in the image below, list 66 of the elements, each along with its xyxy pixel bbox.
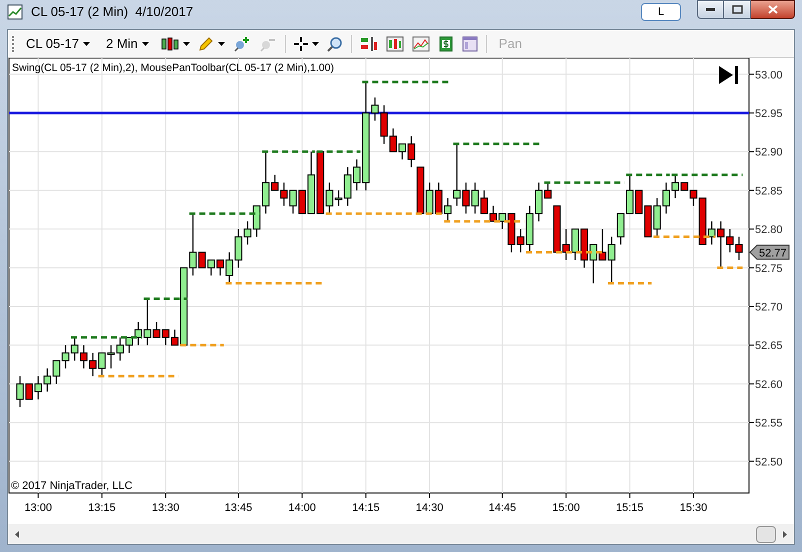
chart-app-icon [7, 4, 23, 20]
x-axis-label: 15:30 [680, 502, 708, 514]
copyright-text: © 2017 NinjaTrader, LLC [11, 480, 132, 492]
magnifier-icon [326, 36, 343, 52]
last-price-marker: 52.77 [749, 244, 790, 260]
crosshair-icon [294, 36, 308, 50]
link-button[interactable]: L [641, 3, 681, 21]
window-title: CL 05-17 (2 Min) 4/10/2017 [31, 3, 194, 22]
caret-icon [182, 42, 190, 46]
close-icon [768, 5, 778, 14]
minimize-button[interactable] [697, 0, 724, 19]
indicators-button[interactable] [360, 36, 378, 52]
chart-style-button[interactable] [160, 36, 190, 52]
candlesticks-icon [160, 36, 179, 52]
instrument-dropdown[interactable]: CL 05-17 [22, 34, 94, 54]
strategies-button[interactable] [386, 36, 404, 52]
crosshair-button[interactable] [294, 36, 319, 50]
caret-icon [83, 42, 90, 46]
x-axis-label: 14:45 [488, 502, 516, 514]
horizontal-line[interactable] [9, 112, 749, 114]
x-axis-label: 13:30 [152, 502, 180, 514]
left-arrow-icon [15, 530, 19, 538]
y-axis-label: 52.50 [755, 456, 783, 468]
indicators-icon [360, 36, 378, 52]
minimize-icon [706, 8, 715, 12]
close-button[interactable] [751, 0, 795, 19]
y-axis-label: 52.55 [755, 418, 783, 430]
restore-icon [732, 5, 742, 14]
y-axis-label: 52.70 [755, 301, 783, 314]
zoom-button[interactable] [326, 36, 343, 52]
caret-icon [218, 42, 225, 46]
x-axis-label: 13:00 [24, 502, 52, 514]
go-to-end-icon[interactable] [719, 66, 738, 84]
x-axis-label: 14:30 [416, 502, 444, 514]
x-axis-label: 14:15 [352, 502, 380, 514]
line-chart-icon [412, 36, 430, 52]
x-axis-label: 15:15 [616, 502, 644, 514]
dollar-button[interactable] [438, 36, 454, 52]
y-axis-label: 52.85 [755, 185, 783, 198]
x-axis-label: 13:15 [88, 502, 116, 514]
caret-icon [142, 42, 149, 46]
x-axis-label: 15:00 [552, 502, 580, 514]
interval-dropdown[interactable]: 2 Min [102, 34, 153, 54]
pencil-icon [198, 36, 214, 52]
caret-icon [312, 42, 319, 46]
add-pin-button[interactable] [232, 36, 251, 52]
y-axis-label: 52.75 [755, 262, 783, 275]
y-axis-label: 52.95 [755, 108, 783, 120]
bars-icon [386, 36, 404, 52]
y-axis-label: 52.60 [755, 378, 783, 391]
right-arrow-icon [783, 530, 787, 538]
y-axis-label: 52.80 [755, 224, 783, 236]
maximize-button[interactable] [724, 0, 751, 19]
x-axis-label: 13:45 [224, 502, 252, 514]
pin-plus-icon [232, 36, 251, 52]
window-icon [462, 36, 478, 52]
data-box-button[interactable] [462, 36, 478, 52]
x-axis-label: 14:00 [288, 502, 316, 514]
indicator-label: Swing(CL 05-17 (2 Min),2), MousePanToolbar(CL 05-17 (2 Min),1.00) [12, 62, 334, 74]
dollar-icon [438, 36, 454, 52]
y-axis-label: 52.65 [755, 340, 783, 352]
scrollbar-thumb[interactable] [756, 526, 776, 542]
y-axis-label: 52.90 [755, 146, 783, 159]
chart-properties-button[interactable] [412, 36, 430, 52]
y-axis-label: 53.00 [755, 69, 783, 82]
drawing-tools-button[interactable] [198, 36, 225, 52]
